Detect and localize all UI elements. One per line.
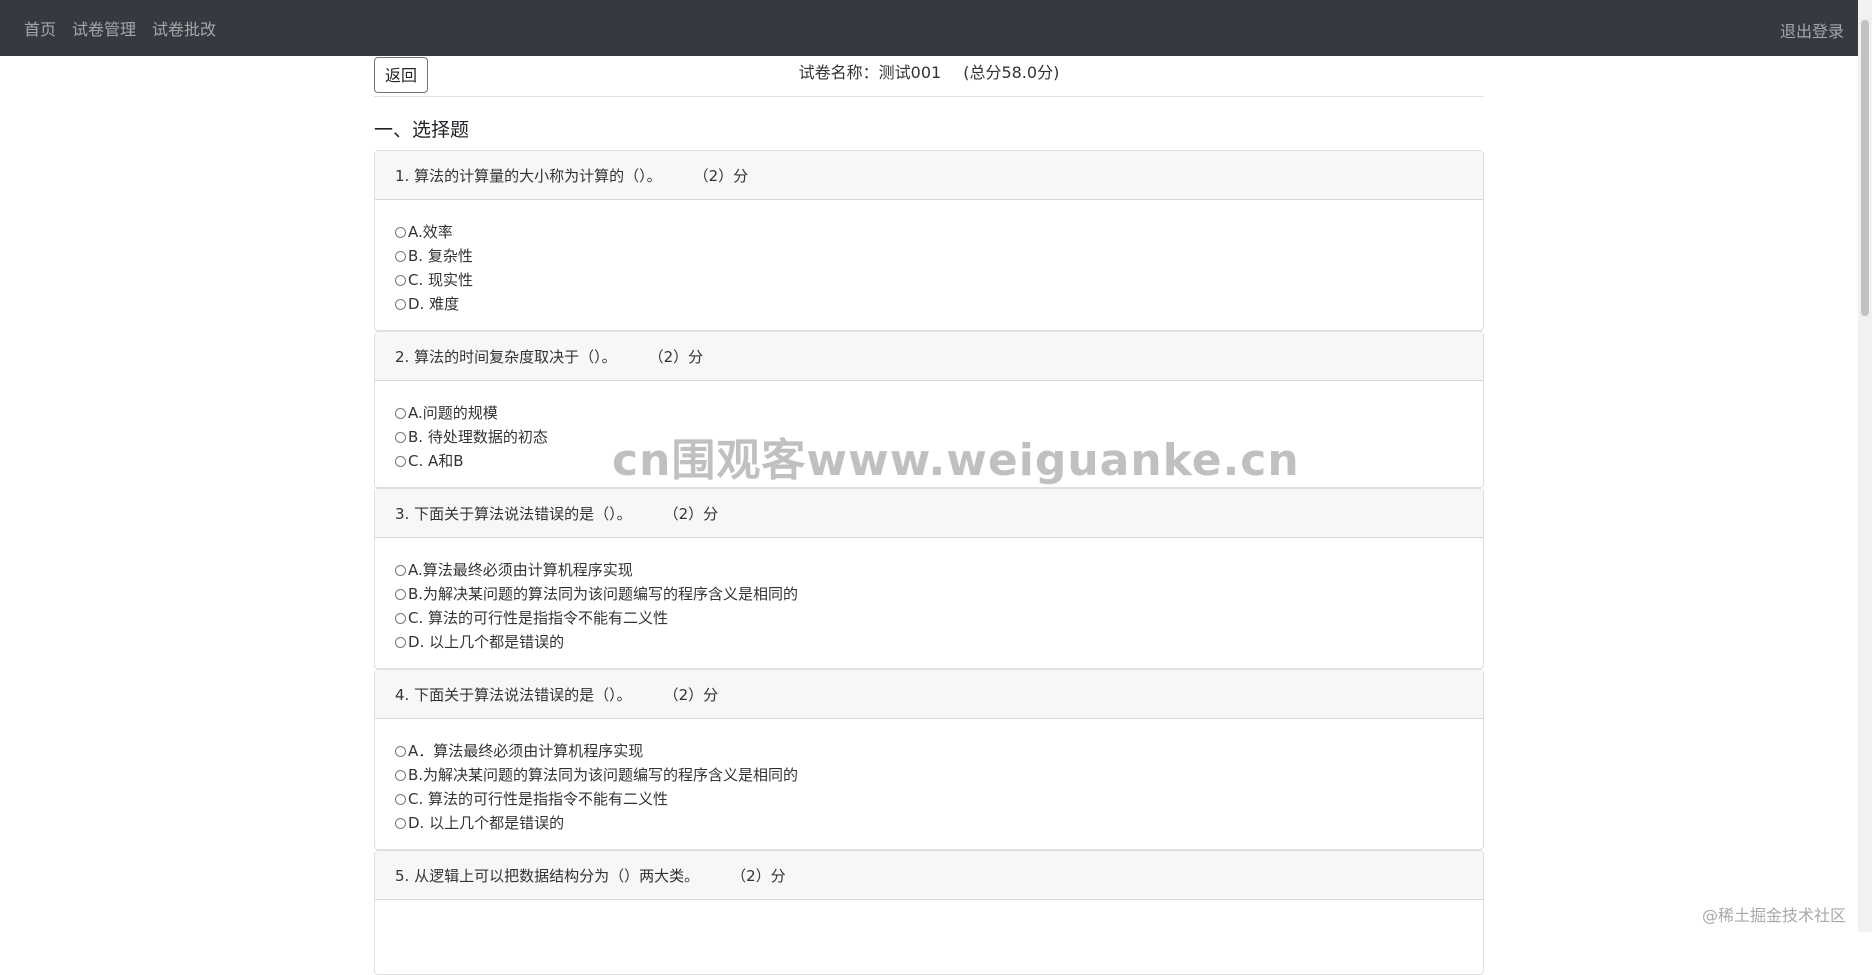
corner-watermark: @稀土掘金技术社区 <box>1702 902 1846 926</box>
option-row[interactable]: B.为解决某问题的算法同为该问题编写的程序含义是相同的 <box>395 763 1463 787</box>
question-options <box>375 900 1483 974</box>
option-label: C. 算法的可行性是指指令不能有二义性 <box>408 787 668 811</box>
option-row[interactable]: D. 以上几个都是错误的 <box>395 630 1463 654</box>
option-label: A.问题的规模 <box>408 401 498 425</box>
paper-title: 试卷名称：测试001 (总分58.0分) <box>374 59 1484 83</box>
question-header: 3. 下面关于算法说法错误的是（）。 （2）分 <box>375 489 1483 538</box>
radio-button[interactable] <box>395 794 406 805</box>
question-list: 1. 算法的计算量的大小称为计算的（）。 （2）分 A.效率B. 复杂性C. 现实性… <box>374 150 1484 975</box>
question-header: 2. 算法的时间复杂度取决于（）。 （2）分 <box>375 332 1483 381</box>
question-card: 3. 下面关于算法说法错误的是（）。 （2）分 A.算法最终必须由计算机程序实现B.… <box>374 488 1484 669</box>
option-row[interactable]: A.算法最终必须由计算机程序实现 <box>395 558 1463 582</box>
radio-button[interactable] <box>395 432 406 443</box>
radio-button[interactable] <box>395 299 406 310</box>
option-label: A．算法最终必须由计算机程序实现 <box>408 739 643 763</box>
question-score: （2）分 <box>694 165 749 186</box>
question-card: 1. 算法的计算量的大小称为计算的（）。 （2）分 A.效率B. 复杂性C. 现实性… <box>374 150 1484 331</box>
radio-button[interactable] <box>395 456 406 467</box>
option-label: D. 以上几个都是错误的 <box>408 630 564 654</box>
question-options: A.算法最终必须由计算机程序实现B.为解决某问题的算法同为该问题编写的程序含义是… <box>375 538 1483 668</box>
radio-button[interactable] <box>395 408 406 419</box>
question-header: 5. 从逻辑上可以把数据结构分为（）两大类。 （2）分 <box>375 851 1483 900</box>
logout-link[interactable]: 退出登录 <box>1780 18 1844 42</box>
paper-total-score: (总分58.0分) <box>963 63 1059 82</box>
question-header: 4. 下面关于算法说法错误的是（）。 （2）分 <box>375 670 1483 719</box>
option-label: C. 现实性 <box>408 268 473 292</box>
radio-button[interactable] <box>395 746 406 757</box>
radio-button[interactable] <box>395 589 406 600</box>
radio-button[interactable] <box>395 227 406 238</box>
scrollbar-thumb[interactable] <box>1861 20 1869 316</box>
radio-button[interactable] <box>395 565 406 576</box>
option-row[interactable]: C. 现实性 <box>395 268 1463 292</box>
nav-link-paper-grading[interactable]: 试卷批改 <box>152 16 216 40</box>
question-title: 4. 下面关于算法说法错误的是（）。 <box>395 684 632 705</box>
vertical-scrollbar[interactable] <box>1858 0 1872 932</box>
question-header: 1. 算法的计算量的大小称为计算的（）。 （2）分 <box>375 151 1483 200</box>
question-title: 3. 下面关于算法说法错误的是（）。 <box>395 503 632 524</box>
option-label: B.为解决某问题的算法同为该问题编写的程序含义是相同的 <box>408 582 798 606</box>
option-label: C. 算法的可行性是指指令不能有二义性 <box>408 606 668 630</box>
question-score: （2）分 <box>664 684 719 705</box>
question-score: （2）分 <box>664 503 719 524</box>
option-label: B. 复杂性 <box>408 244 473 268</box>
option-row[interactable]: D. 以上几个都是错误的 <box>395 811 1463 835</box>
radio-button[interactable] <box>395 770 406 781</box>
option-row[interactable]: A.问题的规模 <box>395 401 1463 425</box>
option-row[interactable]: A.效率 <box>395 220 1463 244</box>
nav-links: 首页 试卷管理 试卷批改 <box>0 16 232 40</box>
option-label: A.算法最终必须由计算机程序实现 <box>408 558 633 582</box>
paper-header: 返回 试卷名称：测试001(总分58.0分) <box>374 56 1484 97</box>
nav-link-paper-management[interactable]: 试卷管理 <box>72 16 136 40</box>
watermark: cn围观客www.weiguanke.cn <box>612 424 1300 488</box>
radio-button[interactable] <box>395 275 406 286</box>
option-label: C. A和B <box>408 449 464 473</box>
question-title: 2. 算法的时间复杂度取决于（）。 <box>395 346 617 367</box>
question-card: 4. 下面关于算法说法错误的是（）。 （2）分 A．算法最终必须由计算机程序实现B.… <box>374 669 1484 850</box>
main-content: 返回 试卷名称：测试001(总分58.0分) 一、选择题 1. 算法的计算量的大… <box>374 56 1484 975</box>
question-score: （2）分 <box>731 865 786 886</box>
question-score: （2）分 <box>649 346 704 367</box>
question-title: 1. 算法的计算量的大小称为计算的（）。 <box>395 165 662 186</box>
question-card: 5. 从逻辑上可以把数据结构分为（）两大类。 （2）分 <box>374 850 1484 975</box>
option-row[interactable]: C. 算法的可行性是指指令不能有二义性 <box>395 606 1463 630</box>
section-title: 一、选择题 <box>374 115 1484 142</box>
radio-button[interactable] <box>395 637 406 648</box>
radio-button[interactable] <box>395 613 406 624</box>
option-row[interactable]: A．算法最终必须由计算机程序实现 <box>395 739 1463 763</box>
option-label: D. 以上几个都是错误的 <box>408 811 564 835</box>
question-options: A．算法最终必须由计算机程序实现B.为解决某问题的算法同为该问题编写的程序含义是… <box>375 719 1483 849</box>
radio-button[interactable] <box>395 251 406 262</box>
paper-name: 试卷名称：测试001 <box>799 63 942 82</box>
question-title: 5. 从逻辑上可以把数据结构分为（）两大类。 <box>395 865 699 886</box>
option-label: B.为解决某问题的算法同为该问题编写的程序含义是相同的 <box>408 763 798 787</box>
radio-button[interactable] <box>395 818 406 829</box>
nav-link-home[interactable]: 首页 <box>24 16 56 40</box>
option-label: A.效率 <box>408 220 453 244</box>
option-row[interactable]: B.为解决某问题的算法同为该问题编写的程序含义是相同的 <box>395 582 1463 606</box>
option-label: D. 难度 <box>408 292 459 316</box>
question-options: A.效率B. 复杂性C. 现实性D. 难度 <box>375 200 1483 330</box>
top-navbar: 首页 试卷管理 试卷批改 退出登录 <box>0 0 1872 56</box>
option-row[interactable]: B. 复杂性 <box>395 244 1463 268</box>
option-row[interactable]: D. 难度 <box>395 292 1463 316</box>
option-label: B. 待处理数据的初态 <box>408 425 548 449</box>
option-row[interactable]: C. 算法的可行性是指指令不能有二义性 <box>395 787 1463 811</box>
